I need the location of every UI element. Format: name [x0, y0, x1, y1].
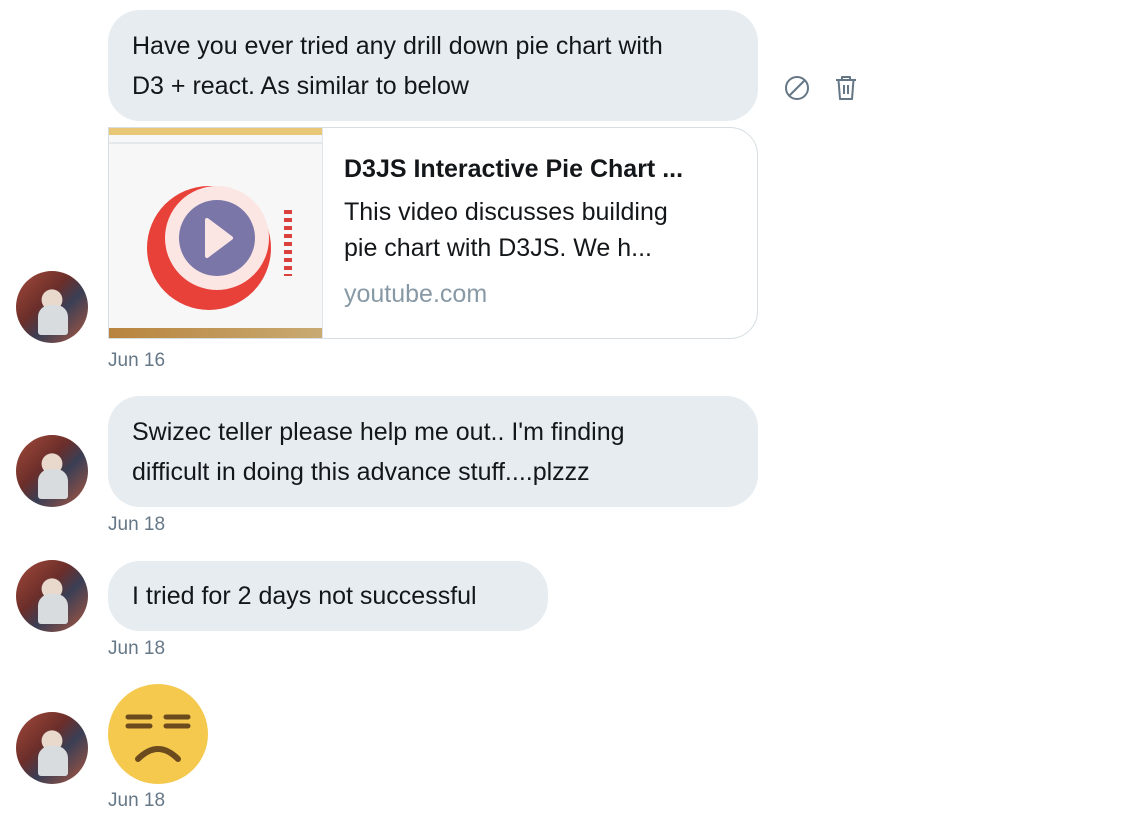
- avatar[interactable]: [16, 712, 88, 784]
- message-date: Jun 18: [108, 790, 166, 811]
- block-icon[interactable]: [784, 75, 810, 101]
- play-button-icon[interactable]: [165, 186, 269, 290]
- message-bubble: I tried for 2 days not successful: [108, 561, 548, 631]
- message-date: Jun 18: [108, 638, 166, 659]
- link-preview-card[interactable]: D3JS Interactive Pie Chart ... This vide…: [108, 127, 758, 339]
- trash-icon[interactable]: [834, 75, 858, 101]
- message-date: Jun 16: [108, 350, 166, 371]
- avatar[interactable]: [16, 560, 88, 632]
- card-description: pie chart with D3JS. We h...: [344, 234, 652, 262]
- message-date: Jun 18: [108, 514, 166, 535]
- avatar[interactable]: [16, 435, 88, 507]
- unamused-face-emoji: [108, 684, 208, 784]
- message-bubble: Swizec teller please help me out.. I'm f…: [108, 396, 758, 507]
- message-text: Have you ever tried any drill down pie c…: [132, 32, 663, 60]
- message-text: Swizec teller please help me out.. I'm f…: [132, 418, 625, 446]
- message-text: D3 + react. As similar to below: [132, 72, 469, 100]
- message-text: difficult in doing this advance stuff...…: [132, 458, 590, 486]
- card-title: D3JS Interactive Pie Chart ...: [344, 155, 684, 183]
- video-thumbnail[interactable]: [109, 128, 323, 338]
- avatar[interactable]: [16, 271, 88, 343]
- message-bubble: Have you ever tried any drill down pie c…: [108, 10, 758, 121]
- card-description: This video discusses building: [344, 198, 668, 226]
- card-domain: youtube.com: [344, 280, 488, 308]
- message-text: I tried for 2 days not successful: [132, 582, 477, 610]
